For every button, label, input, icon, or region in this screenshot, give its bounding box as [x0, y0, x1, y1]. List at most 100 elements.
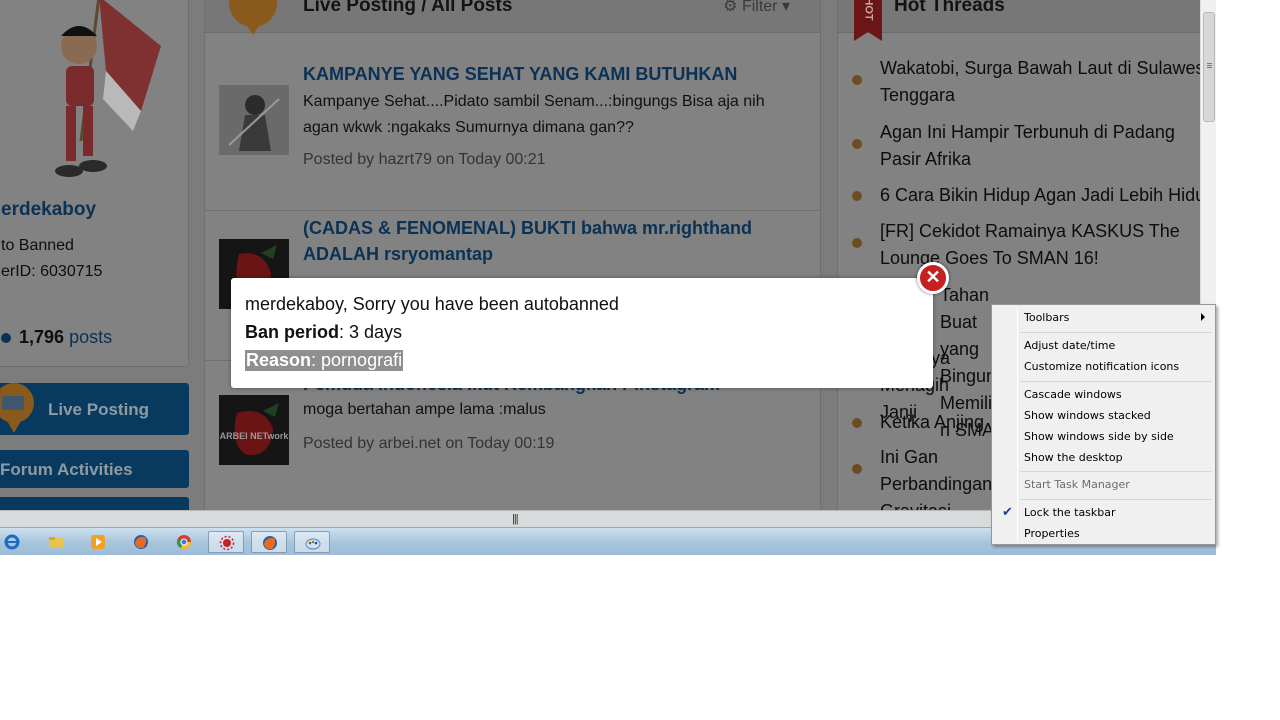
- menu-item-show-windows-side-by-side[interactable]: Show windows side by side: [994, 426, 1213, 447]
- taskbar-context-menu: Toolbars Adjust date/time Customize noti…: [991, 304, 1216, 545]
- ban-period: Ban period: 3 days: [245, 322, 402, 343]
- submenu-arrow-icon: [1201, 313, 1205, 321]
- post-thumbnail-label: ARBEI NETwork: [220, 431, 289, 441]
- menu-item-toolbars[interactable]: Toolbars: [994, 307, 1213, 328]
- post-item: KAMPANYE YANG SEHAT YANG KAMI BUTUHKAN K…: [205, 64, 820, 209]
- profile-status: to Banned: [1, 237, 74, 254]
- menu-item-properties[interactable]: Properties: [994, 523, 1213, 544]
- bullet-icon: [852, 139, 862, 149]
- bullet-icon: [852, 418, 862, 428]
- menu-item-label: Toolbars: [1024, 311, 1070, 324]
- live-posting-title: Live Posting / All Posts: [303, 0, 513, 16]
- post-body: moga bertahan ampe lama :malus: [303, 401, 546, 418]
- hot-thread-link[interactable]: Wakatobi, Surga Bawah Laut di Sulawesi T…: [880, 55, 1210, 109]
- posts-link[interactable]: posts: [69, 327, 112, 347]
- post-item: ARBEI NETwork Pemuda Indonesia Ikut Kemb…: [205, 371, 820, 511]
- mascot-flag-icon: [55, 0, 161, 177]
- menu-item-label: Customize notification icons: [1024, 360, 1180, 373]
- scrollbar-thumb[interactable]: [1203, 12, 1215, 122]
- ie-icon: [4, 534, 20, 550]
- menu-separator: [1020, 499, 1212, 500]
- menu-item-adjust-date-time[interactable]: Adjust date/time: [994, 335, 1213, 356]
- profile-user-id: erID: 6030715: [1, 263, 103, 280]
- checkmark-icon: ✔: [1002, 504, 1013, 519]
- menu-item-label: Properties: [1024, 527, 1080, 540]
- chevron-down-icon: ▾: [781, 0, 790, 15]
- live-posting-panel: Live Posting / All Posts ⚙ Filter ▾ KAMP…: [204, 0, 821, 520]
- post-meta: Posted by hazrt79 on Today 00:21: [303, 151, 546, 168]
- bullet-icon: [852, 191, 862, 201]
- taskbar-firefox-button[interactable]: [123, 531, 159, 553]
- nav-forum-activities[interactable]: Forum Activities: [0, 450, 189, 488]
- post-title-link[interactable]: KAMPANYE YANG SEHAT YANG KAMI BUTUHKAN: [303, 61, 800, 87]
- menu-separator: [1020, 381, 1212, 382]
- firefox-icon: [263, 536, 277, 550]
- live-posting-icon: [0, 383, 34, 433]
- taskbar-settings-app-button[interactable]: [208, 531, 244, 553]
- ban-reason-value: : pornografi: [311, 350, 403, 370]
- posts-icon: [1, 333, 11, 343]
- menu-separator: [1020, 332, 1212, 333]
- menu-item-lock-taskbar[interactable]: ✔ Lock the taskbar: [994, 502, 1213, 523]
- media-player-icon: [91, 535, 105, 549]
- post-thumbnail[interactable]: ARBEI NETwork: [219, 395, 289, 465]
- close-dialog-button[interactable]: ✕: [917, 262, 949, 294]
- ban-reason-label: Reason: [246, 350, 312, 370]
- menu-item-label: Adjust date/time: [1024, 339, 1116, 352]
- menu-item-customize-notification-icons[interactable]: Customize notification icons: [994, 356, 1213, 377]
- post-body: Kampanye Sehat....Pidato sambil Senam...…: [303, 93, 765, 136]
- hot-threads-header: HOT Hot Threads: [838, 0, 1206, 41]
- hot-threads-title: Hot Threads: [894, 0, 1005, 16]
- explorer-icon: [49, 537, 63, 548]
- profile-posts-count: 1,796 posts: [1, 327, 112, 348]
- profile-panel: erdekaboy to Banned erID: 6030715 1,796 …: [0, 0, 189, 367]
- firefox-icon: [134, 535, 148, 549]
- gear-icon: ⚙: [723, 0, 738, 15]
- post-meta: Posted by arbei.net on Today 00:19: [303, 435, 555, 452]
- ban-message: merdekaboy, Sorry you have been autobann…: [245, 294, 619, 314]
- post-title-link[interactable]: (CADAS & FENOMENAL) BUKTI bahwa mr.right…: [303, 215, 800, 267]
- filter-label: Filter: [741, 0, 778, 15]
- close-icon: ✕: [925, 267, 941, 287]
- menu-item-show-windows-stacked[interactable]: Show windows stacked: [994, 405, 1213, 426]
- nav-live-posting[interactable]: Live Posting: [0, 383, 189, 435]
- menu-item-label: Cascade windows: [1024, 388, 1122, 401]
- menu-item-start-task-manager: Start Task Manager: [994, 474, 1213, 495]
- live-posting-header: Live Posting / All Posts ⚙ Filter ▾: [205, 0, 820, 35]
- posts-count-number: 1,796: [19, 327, 65, 347]
- taskbar-media-button[interactable]: [80, 531, 116, 553]
- grip-icon: |||: [512, 513, 519, 525]
- menu-item-cascade-windows[interactable]: Cascade windows: [994, 384, 1213, 405]
- taskbar-explorer-button[interactable]: [38, 531, 74, 553]
- hot-thread-link[interactable]: Agan Ini Hampir Terbunuh di Padang Pasir…: [880, 119, 1210, 173]
- taskbar-chrome-button[interactable]: [166, 531, 202, 553]
- menu-item-label: Lock the taskbar: [1024, 506, 1116, 519]
- taskbar-firefox-button[interactable]: [251, 531, 287, 553]
- grip-icon: [1207, 63, 1212, 64]
- hot-thread-link[interactable]: 6 Cara Bikin Hidup Agan Jadi Lebih Hidup: [880, 182, 1215, 209]
- settings-app-icon: [219, 535, 235, 551]
- ban-dialog: merdekaboy, Sorry you have been autobann…: [231, 278, 933, 388]
- menu-item-show-desktop[interactable]: Show the desktop: [994, 447, 1213, 468]
- nav-live-posting-label: Live Posting: [48, 400, 150, 419]
- nav-forum-activities-label: Forum Activities: [0, 460, 133, 479]
- hot-badge-icon: HOT: [854, 0, 882, 41]
- post-thumbnail[interactable]: [219, 85, 289, 155]
- ban-period-value: : 3 days: [339, 322, 403, 342]
- chrome-icon: [176, 535, 191, 549]
- profile-username[interactable]: erdekaboy: [1, 199, 96, 221]
- menu-item-label: Show the desktop: [1024, 451, 1123, 464]
- menu-item-label: Show windows stacked: [1024, 409, 1151, 422]
- paint-icon: [305, 538, 321, 550]
- bullet-icon: [852, 75, 862, 85]
- live-posting-header-icon: [229, 0, 277, 35]
- taskbar-ie-button[interactable]: [0, 531, 36, 553]
- menu-separator: [1020, 471, 1212, 472]
- menu-item-label: Start Task Manager: [1024, 478, 1130, 491]
- bullet-icon: [852, 464, 862, 474]
- menu-item-label: Show windows side by side: [1024, 430, 1174, 443]
- hot-badge-text: HOT: [862, 0, 875, 21]
- filter-button[interactable]: ⚙ Filter ▾: [723, 0, 790, 16]
- ban-reason: Reason: pornografi: [245, 350, 404, 371]
- taskbar-paint-button[interactable]: [294, 531, 330, 553]
